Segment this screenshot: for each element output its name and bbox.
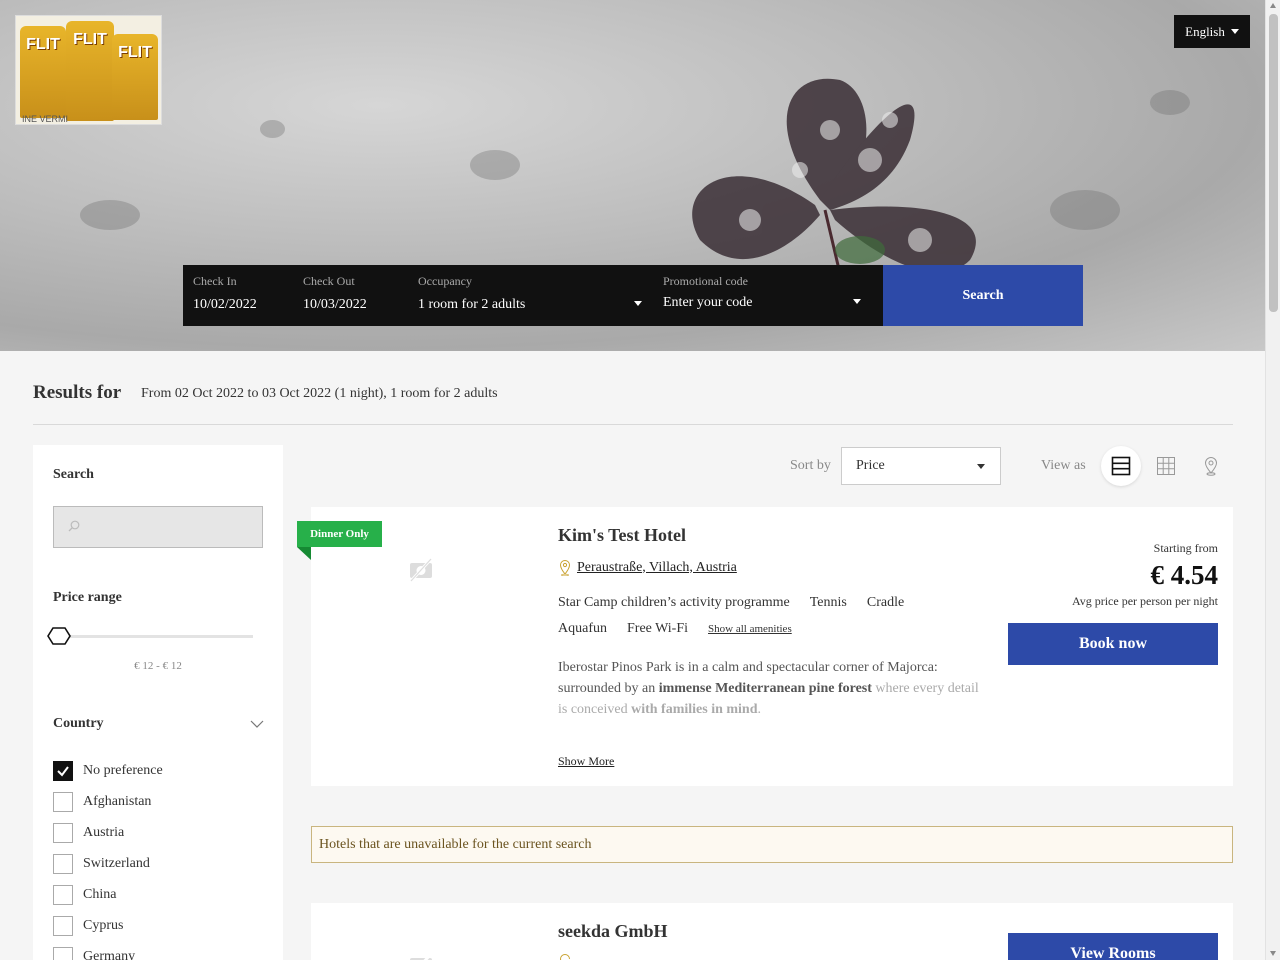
- check-in-field[interactable]: Check In 10/02/2022: [193, 265, 293, 326]
- scroll-down-icon[interactable]: [1270, 951, 1276, 956]
- booking-search-bar: Check In 10/02/2022 Check Out 10/03/2022…: [183, 265, 883, 326]
- promo-code-placeholder: Enter your code: [663, 295, 753, 310]
- country-option[interactable]: No preference: [53, 755, 163, 786]
- description-highlight: with families in mind: [631, 702, 758, 717]
- country-label: No preference: [83, 762, 163, 778]
- hotel-name[interactable]: Kim's Test Hotel: [558, 525, 686, 546]
- country-label: Switzerland: [83, 855, 150, 871]
- hotel-description: Iberostar Pinos Park is in a calm and sp…: [558, 657, 983, 720]
- amenity-item: Tennis: [809, 595, 847, 610]
- results-description: From 02 Oct 2022 to 03 Oct 2022 (1 night…: [141, 386, 498, 401]
- grid-view-icon[interactable]: [1146, 446, 1186, 486]
- country-option[interactable]: Afghanistan: [53, 786, 163, 817]
- sort-value: Price: [856, 458, 885, 473]
- country-filter-title: Country: [53, 716, 104, 731]
- show-more-link[interactable]: Show More: [558, 754, 614, 769]
- country-option[interactable]: Switzerland: [53, 848, 163, 879]
- checkbox-icon[interactable]: [53, 853, 73, 874]
- amenity-item: Aquafun: [558, 621, 607, 636]
- promo-code-input[interactable]: Promotional code Enter your code: [663, 265, 861, 326]
- show-all-amenities-link[interactable]: Show all amenities: [708, 616, 792, 642]
- description-text: .: [757, 702, 762, 717]
- price-note: Avg price per person per night: [1071, 594, 1218, 608]
- country-option[interactable]: Cyprus: [53, 910, 163, 941]
- page-scrollbar[interactable]: [1265, 0, 1280, 960]
- chevron-down-icon[interactable]: [250, 717, 264, 731]
- no-image-icon: [410, 952, 433, 960]
- country-option[interactable]: Germany: [53, 941, 163, 960]
- hotel-name[interactable]: seekda GmbH: [558, 921, 668, 942]
- hotel-search-input[interactable]: [53, 506, 263, 548]
- location-pin-icon: [559, 954, 570, 960]
- country-label: Germany: [83, 948, 136, 960]
- description-highlight: immense Mediterranean pine forest: [658, 681, 872, 696]
- language-selector[interactable]: English: [1174, 15, 1250, 48]
- amenity-item: Cradle: [866, 595, 905, 610]
- view-rooms-button[interactable]: View Rooms: [1008, 933, 1218, 960]
- location-pin-icon: [559, 560, 571, 576]
- view-label: View as: [1041, 458, 1086, 473]
- check-in-value: 10/02/2022: [193, 297, 257, 312]
- occupancy-value: 1 room for 2 adults: [418, 297, 526, 312]
- check-in-label: Check In: [193, 274, 237, 288]
- amenity-item: Free Wi-Fi: [627, 621, 689, 636]
- chevron-down-icon: [634, 301, 642, 306]
- results-header: Results for From 02 Oct 2022 to 03 Oct 2…: [33, 382, 1233, 425]
- check-out-label: Check Out: [303, 274, 355, 288]
- site-logo[interactable]: FLIT FLIT FLIT INE VERMI: [15, 15, 162, 125]
- sort-select[interactable]: Price: [841, 447, 1001, 485]
- unavailable-notice: Hotels that are unavailable for the curr…: [311, 826, 1233, 863]
- amenity-item: Star Camp children’s activity programme: [558, 595, 790, 610]
- badge-fold: [297, 547, 311, 560]
- country-list: No preference Afghanistan Austria Switze…: [53, 755, 163, 960]
- price-range-track[interactable]: [53, 635, 253, 638]
- checkbox-icon[interactable]: [53, 915, 73, 936]
- country-label: Cyprus: [83, 917, 124, 933]
- promo-code-label: Promotional code: [663, 274, 748, 288]
- filter-sidebar: Search Price range € 12 - € 12 Country N…: [33, 445, 283, 960]
- sort-label: Sort by: [790, 458, 831, 473]
- amenities-list: Star Camp children’s activity programme T…: [558, 590, 988, 642]
- check-out-value: 10/03/2022: [303, 297, 367, 312]
- checkbox-icon[interactable]: [53, 946, 73, 960]
- search-filter-title: Search: [53, 467, 94, 482]
- hotel-address: Peraustraße, Villach, Austria: [558, 559, 737, 576]
- chevron-down-icon: [1230, 29, 1239, 34]
- country-label: Afghanistan: [83, 793, 152, 809]
- starting-from-label: Starting from: [1153, 541, 1218, 555]
- country-option[interactable]: Austria: [53, 817, 163, 848]
- price-range-title: Price range: [53, 590, 122, 605]
- scrollbar-thumb[interactable]: [1269, 14, 1278, 312]
- occupancy-select[interactable]: Occupancy 1 room for 2 adults: [418, 265, 642, 326]
- list-view-icon[interactable]: [1101, 446, 1141, 486]
- occupancy-label: Occupancy: [418, 274, 472, 288]
- search-button[interactable]: Search: [883, 265, 1083, 326]
- country-label: Austria: [83, 824, 125, 840]
- language-label: English: [1185, 23, 1225, 39]
- no-image-icon: [409, 557, 433, 583]
- search-icon: [68, 520, 80, 532]
- check-out-field[interactable]: Check Out 10/03/2022: [303, 265, 408, 326]
- hotel-address-link[interactable]: Peraustraße, Villach, Austria: [577, 560, 737, 576]
- checkbox-icon[interactable]: [53, 791, 73, 812]
- chevron-down-icon: [853, 299, 861, 304]
- meal-plan-badge: Dinner Only: [297, 521, 382, 547]
- hotel-price: € 4.54: [1150, 560, 1219, 590]
- price-range-handle[interactable]: [47, 626, 71, 646]
- chevron-down-icon: [977, 464, 985, 469]
- results-title: Results for: [33, 382, 122, 403]
- country-option[interactable]: China: [53, 879, 163, 910]
- scroll-up-icon[interactable]: [1270, 3, 1276, 8]
- checkbox-icon[interactable]: [53, 884, 73, 905]
- checkbox-icon[interactable]: [53, 822, 73, 843]
- price-range-value: € 12 - € 12: [134, 660, 182, 672]
- checkbox-checked-icon[interactable]: [53, 760, 73, 781]
- map-view-icon[interactable]: [1191, 446, 1231, 486]
- book-now-button[interactable]: Book now: [1008, 623, 1218, 665]
- country-label: China: [83, 886, 117, 902]
